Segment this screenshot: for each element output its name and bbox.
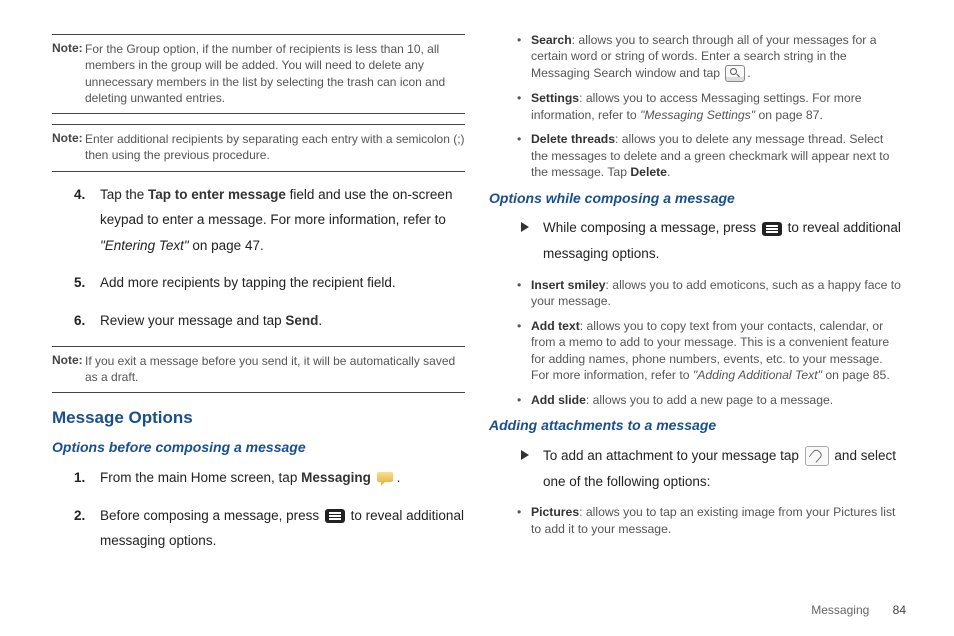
note-body: Enter additional recipients by separatin… bbox=[85, 131, 465, 163]
triangle-bullet-icon bbox=[521, 222, 529, 232]
option-title: Add slide bbox=[531, 393, 586, 407]
heading-adding-attachments: Adding attachments to a message bbox=[489, 416, 902, 435]
option-search: Search: allows you to search through all… bbox=[517, 32, 902, 82]
footer-page-number: 84 bbox=[893, 603, 906, 617]
text: . bbox=[318, 313, 322, 328]
step-number: 5. bbox=[74, 270, 85, 296]
right-column: Search: allows you to search through all… bbox=[477, 28, 914, 566]
option-settings: Settings: allows you to access Messaging… bbox=[517, 90, 902, 123]
reference: "Adding Additional Text" bbox=[693, 368, 822, 382]
option-title: Search bbox=[531, 33, 572, 47]
text: . bbox=[397, 470, 401, 485]
step-number: 2. bbox=[74, 503, 85, 529]
text: While composing a message, press bbox=[543, 220, 760, 235]
text bbox=[371, 470, 375, 485]
note-body: If you exit a message before you send it… bbox=[85, 353, 465, 385]
step-number: 4. bbox=[74, 182, 85, 208]
option-add-slide: Add slide: allows you to add a new page … bbox=[517, 392, 902, 408]
messaging-label: Messaging bbox=[301, 470, 371, 485]
text: on page 85. bbox=[822, 368, 890, 382]
text: Add more recipients by tapping the recip… bbox=[100, 275, 396, 290]
text: : allows you to search through all of yo… bbox=[531, 33, 877, 80]
step-6: 6. Review your message and tap Send. bbox=[80, 308, 465, 334]
text: To add an attachment to your message tap bbox=[543, 448, 803, 463]
text: on page 47. bbox=[189, 238, 264, 253]
compose-instruction: While composing a message, press to reve… bbox=[521, 215, 902, 266]
messaging-icon bbox=[377, 472, 395, 486]
left-column: Note: For the Group option, if the numbe… bbox=[40, 28, 477, 566]
step-number: 1. bbox=[74, 465, 85, 491]
compose-options-list: Insert smiley: allows you to add emotico… bbox=[517, 277, 902, 408]
option-pictures: Pictures: allows you to tap an existing … bbox=[517, 504, 902, 537]
reference: "Entering Text" bbox=[100, 238, 189, 253]
text: Tap the bbox=[100, 187, 148, 202]
step-5: 5. Add more recipients by tapping the re… bbox=[80, 270, 465, 296]
page-footer: Messaging 84 bbox=[811, 602, 906, 618]
delete-label: Delete bbox=[630, 165, 667, 179]
option-title: Delete threads bbox=[531, 132, 615, 146]
send-label: Send bbox=[285, 313, 318, 328]
step-4: 4. Tap the Tap to enter message field an… bbox=[80, 182, 465, 259]
text: Review your message and tap bbox=[100, 313, 285, 328]
before-options-list: Search: allows you to search through all… bbox=[517, 32, 902, 181]
menu-icon bbox=[762, 222, 782, 236]
heading-while-composing: Options while composing a message bbox=[489, 189, 902, 208]
triangle-bullet-icon bbox=[521, 450, 529, 460]
attachment-icon bbox=[805, 446, 829, 466]
note-group-option: Note: For the Group option, if the numbe… bbox=[52, 34, 465, 114]
menu-icon bbox=[325, 509, 345, 523]
text: From the main Home screen, tap bbox=[100, 470, 301, 485]
text: : allows you to tap an existing image fr… bbox=[531, 505, 895, 535]
attach-instruction: To add an attachment to your message tap… bbox=[521, 443, 902, 494]
note-label: Note: bbox=[52, 131, 83, 145]
option-add-text: Add text: allows you to copy text from y… bbox=[517, 318, 902, 384]
note-draft: Note: If you exit a message before you s… bbox=[52, 346, 465, 394]
text: Before composing a message, press bbox=[100, 508, 323, 523]
text: : allows you to add a new page to a mess… bbox=[586, 393, 833, 407]
option-title: Insert smiley bbox=[531, 278, 606, 292]
field-name: Tap to enter message bbox=[148, 187, 286, 202]
footer-section: Messaging bbox=[811, 603, 869, 617]
option-insert-smiley: Insert smiley: allows you to add emotico… bbox=[517, 277, 902, 310]
option-title: Settings bbox=[531, 91, 579, 105]
note-label: Note: bbox=[52, 41, 83, 55]
reference: "Messaging Settings" bbox=[640, 108, 755, 122]
page: Note: For the Group option, if the numbe… bbox=[0, 0, 954, 576]
step-number: 6. bbox=[74, 308, 85, 334]
text: . bbox=[747, 66, 750, 80]
option-title: Add text bbox=[531, 319, 580, 333]
before-step-1: 1. From the main Home screen, tap Messag… bbox=[80, 465, 465, 491]
attach-options-list: Pictures: allows you to tap an existing … bbox=[517, 504, 902, 537]
heading-before-composing: Options before composing a message bbox=[52, 438, 465, 457]
text: on page 87. bbox=[755, 108, 823, 122]
search-icon bbox=[725, 65, 745, 82]
text: . bbox=[667, 165, 670, 179]
note-body: For the Group option, if the number of r… bbox=[85, 41, 465, 106]
step-list: 4. Tap the Tap to enter message field an… bbox=[80, 182, 465, 334]
note-label: Note: bbox=[52, 353, 83, 367]
before-step-2: 2. Before composing a message, press to … bbox=[80, 503, 465, 554]
note-additional-recipients: Note: Enter additional recipients by sep… bbox=[52, 124, 465, 172]
option-title: Pictures bbox=[531, 505, 579, 519]
option-delete-threads: Delete threads: allows you to delete any… bbox=[517, 131, 902, 180]
before-list: 1. From the main Home screen, tap Messag… bbox=[80, 465, 465, 554]
heading-message-options: Message Options bbox=[52, 407, 465, 430]
